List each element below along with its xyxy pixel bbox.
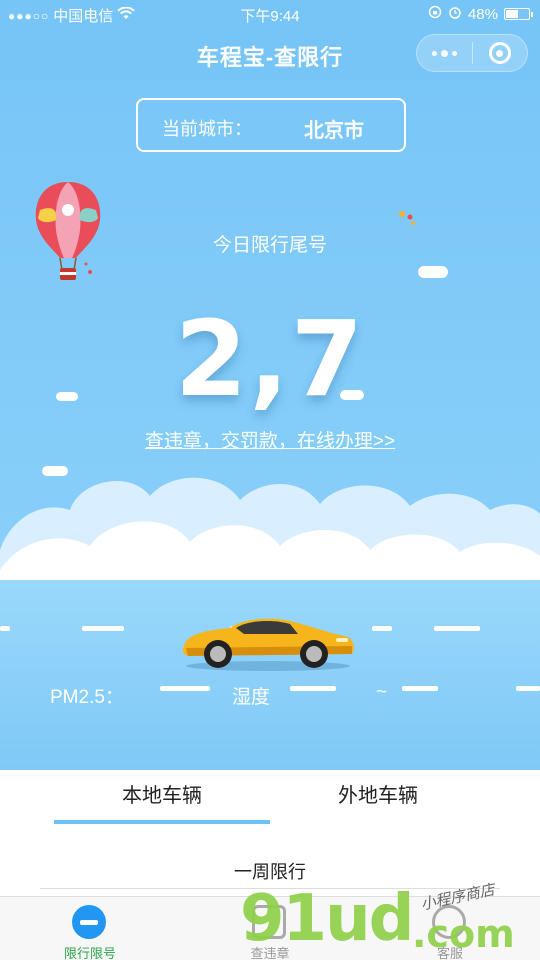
week-restriction-title: 一周限行 — [234, 862, 306, 882]
tab-nonlocal-vehicle[interactable]: 外地车辆 — [270, 770, 486, 824]
lane-marking — [372, 626, 392, 631]
lane-marking — [434, 626, 480, 631]
restricted-tail-numbers: 2,7 — [174, 298, 366, 420]
city-selector[interactable]: 当前城市： 北京市 — [136, 98, 406, 152]
city-label: 当前城市： — [162, 119, 252, 139]
tabbar-label: 客服 — [436, 946, 463, 960]
battery-icon — [504, 8, 533, 20]
status-bar: ●●●○○ 中国电信 下午9:44 48% — [0, 0, 540, 28]
today-restriction-title: 今日限行尾号 — [212, 235, 327, 256]
lock-rotation-icon — [428, 5, 442, 23]
miniprogram-capsule — [416, 34, 528, 72]
pm25-label: PM2.5： — [50, 687, 124, 708]
target-icon — [488, 42, 511, 64]
more-dot-icon — [451, 50, 457, 56]
car-icon — [252, 905, 286, 939]
vehicle-tabs: 本地车辆 外地车辆 — [0, 770, 540, 830]
humidity-value: ~ — [376, 682, 388, 703]
road-area — [0, 580, 540, 770]
hero-area: 当前城市： 北京市 今日限行尾号 2,7 查违章，交罚款，在线办理>> PM2.… — [0, 80, 540, 770]
alarm-icon — [448, 5, 462, 23]
tabbar-item-violation[interactable]: 查违章 — [180, 897, 360, 960]
minus-circle-icon — [72, 905, 106, 939]
tabbar-item-restriction[interactable]: 限行限号 — [0, 897, 180, 960]
lane-marking — [0, 626, 10, 631]
tabbar-item-service[interactable]: 客服 — [360, 897, 540, 960]
battery-fill — [506, 10, 518, 18]
lane-marking — [402, 686, 438, 691]
tabbar-label: 限行限号 — [63, 946, 116, 960]
humidity-label: 湿度 — [232, 687, 271, 708]
nav-bar: 车程宝-查限行 — [0, 28, 540, 80]
sparkle-icon — [399, 211, 415, 225]
more-dot-icon — [440, 49, 448, 57]
service-icon — [432, 905, 466, 939]
cloud-icon — [418, 266, 448, 278]
city-value: 北京市 — [304, 120, 364, 142]
violation-service-link[interactable]: 查违章，交罚款，在线办理>> — [0, 426, 540, 453]
lane-marking — [516, 686, 540, 691]
more-dot-icon — [431, 50, 437, 56]
tab-local-vehicle[interactable]: 本地车辆 — [54, 770, 270, 824]
car-icon — [182, 618, 354, 671]
tabbar-label: 查违章 — [250, 946, 290, 960]
divider — [40, 888, 500, 889]
cloud-layer — [0, 477, 540, 590]
bottom-tab-bar: 限行限号 查违章 客服 — [0, 896, 540, 960]
battery-percent: 48% — [467, 5, 498, 23]
lane-marking — [82, 626, 124, 631]
close-miniprogram-button[interactable] — [472, 35, 527, 71]
status-right: 48% — [428, 5, 533, 23]
more-menu-button[interactable] — [417, 35, 472, 71]
lane-marking — [160, 686, 210, 691]
lane-marking — [290, 686, 336, 691]
